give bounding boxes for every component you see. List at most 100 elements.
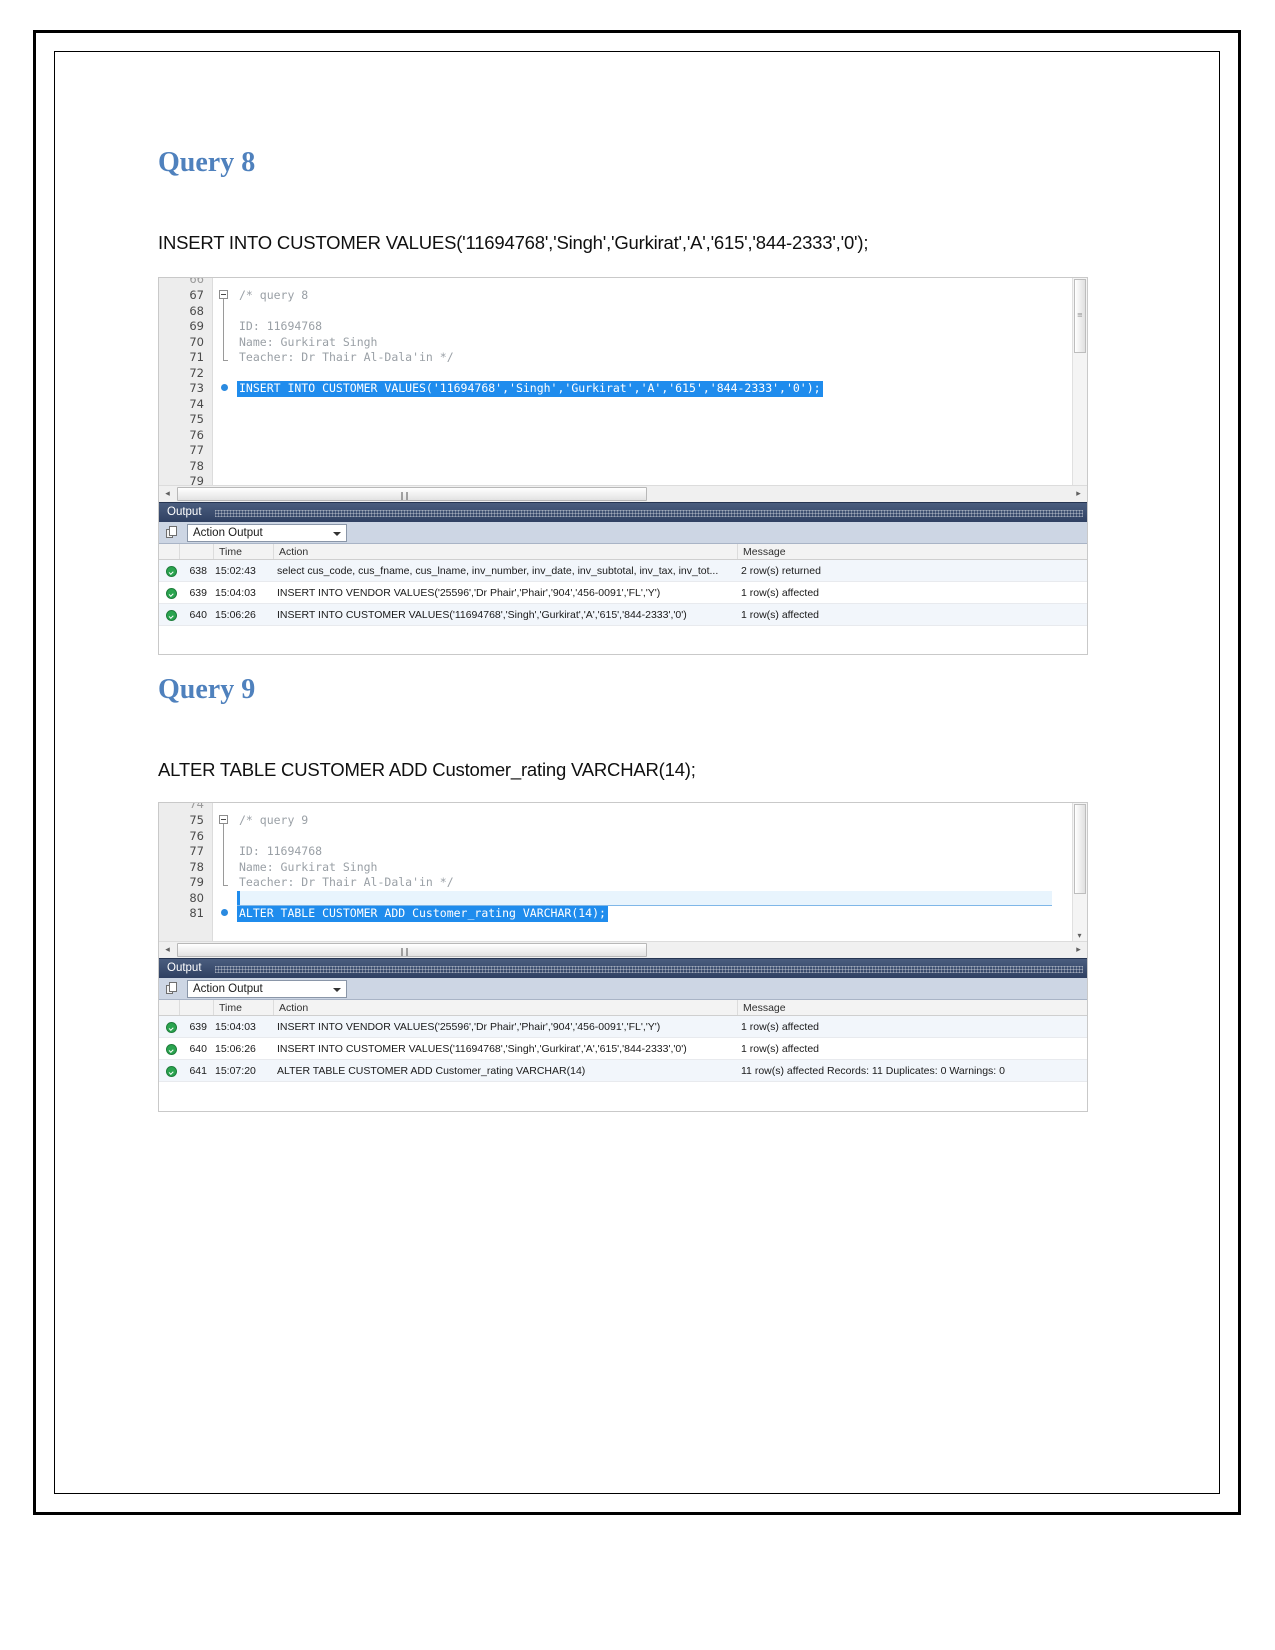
query-8-screenshot: 66 67 68 69 70 71 72 73 74 75 76 77 78 7… [158,277,1088,655]
fold-bracket-foot [223,885,228,886]
output-panes-icon [166,982,179,995]
code-line-name: Name: Gurkirat Singh [239,859,378,874]
output-panes-icon [166,526,179,539]
status-success-icon [166,610,177,621]
row-message: 11 row(s) affected Records: 11 Duplicate… [741,1065,1005,1077]
query-8-sql-editor[interactable]: 66 67 68 69 70 71 72 73 74 75 76 77 78 7… [159,278,1087,502]
code-line-name: Name: Gurkirat Singh [239,334,378,349]
row-message: 1 row(s) affected [741,609,820,621]
chevron-down-icon[interactable] [333,988,341,992]
gutter-line-73: 73 [189,381,204,395]
query-9-sql-editor[interactable]: 74 75 76 77 78 79 80 81 /* query 9 ID: 1… [159,803,1087,958]
row-message: 2 row(s) returned [741,565,821,577]
row-time: 15:04:03 [215,1021,256,1033]
table-row[interactable]: 639 15:04:03 INSERT INTO VENDOR VALUES('… [159,582,1087,604]
row-id: 639 [189,1021,207,1033]
column-header-time: Time [219,1002,242,1014]
scroll-right-arrow-icon[interactable]: ▸ [1070,486,1087,502]
row-action: INSERT INTO VENDOR VALUES('25596','Dr Ph… [277,587,661,599]
chevron-down-icon[interactable] [333,532,341,536]
table-row[interactable]: 639 15:04:03 INSERT INTO VENDOR VALUES('… [159,1016,1087,1038]
query-8-vertical-scrollbar[interactable]: ≡ [1072,278,1087,485]
status-success-icon [166,588,177,599]
row-id: 641 [189,1065,207,1077]
horizontal-scroll-grip: ‖‖ [400,491,410,500]
vertical-scroll-grip: ≡ [1077,311,1083,319]
document-content: Query 8 INSERT INTO CUSTOMER VALUES('116… [55,52,1219,1493]
status-success-icon [166,1022,177,1033]
query-8-action-output-table: Time Action Message 638 15:02:43 select … [159,544,1087,626]
query-8-output-titlebar: Output [159,502,1087,522]
page-title-query-8: Query 8 [158,147,256,178]
code-line-caret-row[interactable] [237,890,1052,906]
table-header-row: Time Action Message [159,1000,1087,1016]
fold-bracket-line [223,299,224,361]
code-line-selected-insert[interactable]: INSERT INTO CUSTOMER VALUES('11694768','… [237,381,823,397]
table-row[interactable]: 640 15:06:26 INSERT INTO CUSTOMER VALUES… [159,1038,1087,1060]
column-header-time: Time [219,546,242,558]
row-time: 15:06:26 [215,609,256,621]
output-titlebar-texture [215,966,1083,973]
query-9-execution-marker [221,909,228,916]
query-9-code-folding-column[interactable] [213,803,239,958]
row-time: 15:06:26 [215,1043,256,1055]
query-9-output-toolbar: Action Output [159,978,1087,1000]
gutter-line-68: 68 [189,303,204,318]
query-9-vertical-scrollbar[interactable]: ▾ [1072,803,1087,941]
horizontal-scroll-thumb[interactable]: ‖‖ [177,943,647,957]
query-9-screenshot: 74 75 76 77 78 79 80 81 /* query 9 ID: 1… [158,802,1088,1112]
row-time: 15:07:20 [215,1065,256,1077]
query-8-statement-text: INSERT INTO CUSTOMER VALUES('11694768','… [158,232,869,253]
fold-collapse-icon[interactable] [219,815,228,824]
page-border-outer: Query 8 INSERT INTO CUSTOMER VALUES('116… [33,30,1241,1515]
vertical-scroll-thumb[interactable] [1074,804,1086,894]
gutter-line-69: 69 [189,319,204,333]
fold-collapse-icon[interactable] [219,290,228,299]
gutter-line-partial: 74 [189,803,204,811]
output-view-selector[interactable]: Action Output [187,524,347,542]
gutter-line-79: 79 [189,875,204,889]
gutter-line-75: 75 [189,412,204,426]
scroll-left-arrow-icon[interactable]: ◂ [159,942,176,958]
query-8-horizontal-scrollbar[interactable]: ◂ ‖‖ ▸ [159,485,1087,502]
output-view-selector-value: Action Output [193,527,263,539]
scroll-right-arrow-icon[interactable]: ▸ [1070,942,1087,958]
page-title-query-9: Query 9 [158,674,256,705]
code-line-teacher: Teacher: Dr Thair Al-Dala'in */ [239,350,454,364]
row-id: 640 [189,609,207,621]
column-header-message: Message [743,1002,786,1014]
gutter-line-70: 70 [189,334,204,349]
query-9-output-titlebar: Output [159,958,1087,978]
fold-bracket-foot [223,360,228,361]
table-header-row: Time Action Message [159,544,1087,560]
row-message: 1 row(s) affected [741,1021,820,1033]
gutter-line-74: 74 [189,396,204,411]
table-row[interactable]: 638 15:02:43 select cus_code, cus_fname,… [159,560,1087,582]
query-8-output-toolbar: Action Output [159,522,1087,544]
gutter-line-81: 81 [189,906,204,920]
table-row[interactable]: 640 15:06:26 INSERT INTO CUSTOMER VALUES… [159,604,1087,626]
status-success-icon [166,1044,177,1055]
horizontal-scroll-grip: ‖‖ [400,947,410,956]
code-line-comment-open: /* query 8 [239,288,309,302]
scroll-down-arrow-icon[interactable]: ▾ [1073,931,1086,940]
row-id: 639 [189,587,207,599]
column-header-action: Action [279,1002,309,1014]
gutter-line-80: 80 [189,890,204,905]
gutter-line-78: 78 [189,859,204,874]
row-time: 15:02:43 [215,565,256,577]
row-action: INSERT INTO VENDOR VALUES('25596','Dr Ph… [277,1021,661,1033]
row-message: 1 row(s) affected [741,1043,820,1055]
row-action: ALTER TABLE CUSTOMER ADD Customer_rating… [277,1065,586,1077]
output-titlebar-texture [215,510,1083,517]
code-line-selected-alter[interactable]: ALTER TABLE CUSTOMER ADD Customer_rating… [237,906,608,922]
horizontal-scroll-thumb[interactable]: ‖‖ [177,487,647,501]
output-view-selector[interactable]: Action Output [187,980,347,998]
scroll-left-arrow-icon[interactable]: ◂ [159,486,176,502]
query-9-horizontal-scrollbar[interactable]: ◂ ‖‖ ▸ [159,941,1087,958]
code-line-teacher: Teacher: Dr Thair Al-Dala'in */ [239,875,454,889]
output-panel-label: Output [167,962,202,974]
row-id: 640 [189,1043,207,1055]
table-row[interactable]: 641 15:07:20 ALTER TABLE CUSTOMER ADD Cu… [159,1060,1087,1082]
gutter-line-71: 71 [189,350,204,364]
